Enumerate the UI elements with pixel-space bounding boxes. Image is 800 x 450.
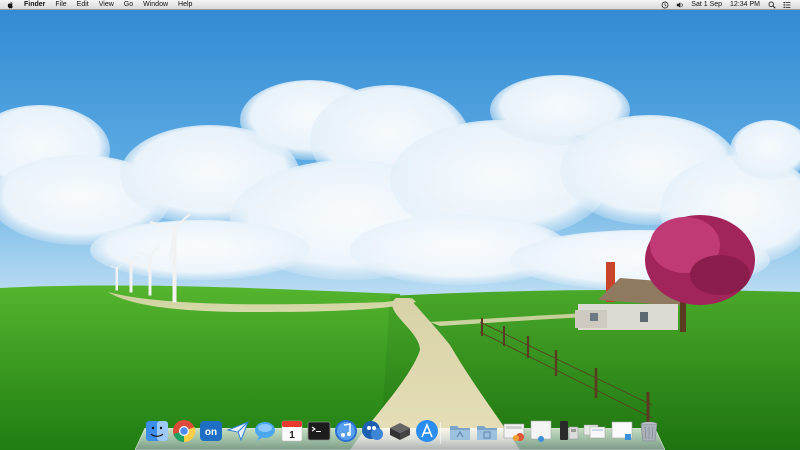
- menu-go[interactable]: Go: [119, 0, 138, 10]
- calendar-icon[interactable]: 1: [279, 418, 305, 444]
- desktop-wallpaper: [0, 0, 800, 450]
- dock: on 1: [140, 414, 664, 446]
- mac-pro-icon[interactable]: [555, 418, 581, 444]
- menu-file[interactable]: File: [50, 0, 71, 10]
- app-store-icon[interactable]: [414, 418, 440, 444]
- menu-help[interactable]: Help: [173, 0, 197, 10]
- on-app-label: on: [205, 427, 217, 438]
- sparrow-mail-icon[interactable]: [225, 418, 251, 444]
- apple-logo-icon[interactable]: [7, 1, 15, 9]
- volume-icon[interactable]: [675, 0, 684, 9]
- messages-icon[interactable]: [252, 418, 278, 444]
- text-document-icon[interactable]: [609, 418, 635, 444]
- trash-icon[interactable]: [636, 418, 662, 444]
- spotlight-search-icon[interactable]: [767, 0, 776, 9]
- documents-folder-icon[interactable]: [474, 418, 500, 444]
- itunes-icon[interactable]: [333, 418, 359, 444]
- applications-folder-icon[interactable]: [447, 418, 473, 444]
- menu-bar-left: Finder File Edit View Go Window Help: [0, 0, 197, 10]
- time-machine-icon[interactable]: [660, 0, 669, 9]
- drive-icon[interactable]: [387, 418, 413, 444]
- dock-divider: [440, 422, 441, 444]
- tweetbot-icon[interactable]: [360, 418, 386, 444]
- clock-date[interactable]: Sat 1 Sep: [687, 0, 726, 10]
- screenshots-stack-icon[interactable]: [582, 418, 608, 444]
- chrome-icon[interactable]: [171, 418, 197, 444]
- menu-bar: Finder File Edit View Go Window Help Sat…: [0, 0, 800, 10]
- on-app-icon[interactable]: on: [198, 418, 224, 444]
- terminal-icon[interactable]: [306, 418, 332, 444]
- menu-edit[interactable]: Edit: [72, 0, 94, 10]
- menu-window[interactable]: Window: [138, 0, 173, 10]
- finder-icon[interactable]: [144, 418, 170, 444]
- clock-time[interactable]: 12:34 PM: [726, 0, 764, 10]
- menu-app-finder[interactable]: Finder: [21, 0, 50, 10]
- menu-bar-right: Sat 1 Sep 12:34 PM: [657, 0, 800, 10]
- notification-center-icon[interactable]: [782, 0, 791, 9]
- calendar-date-label: 1: [289, 430, 295, 441]
- menu-view[interactable]: View: [94, 0, 119, 10]
- preview-window-icon[interactable]: [528, 418, 554, 444]
- downloads-stack-icon[interactable]: [501, 418, 527, 444]
